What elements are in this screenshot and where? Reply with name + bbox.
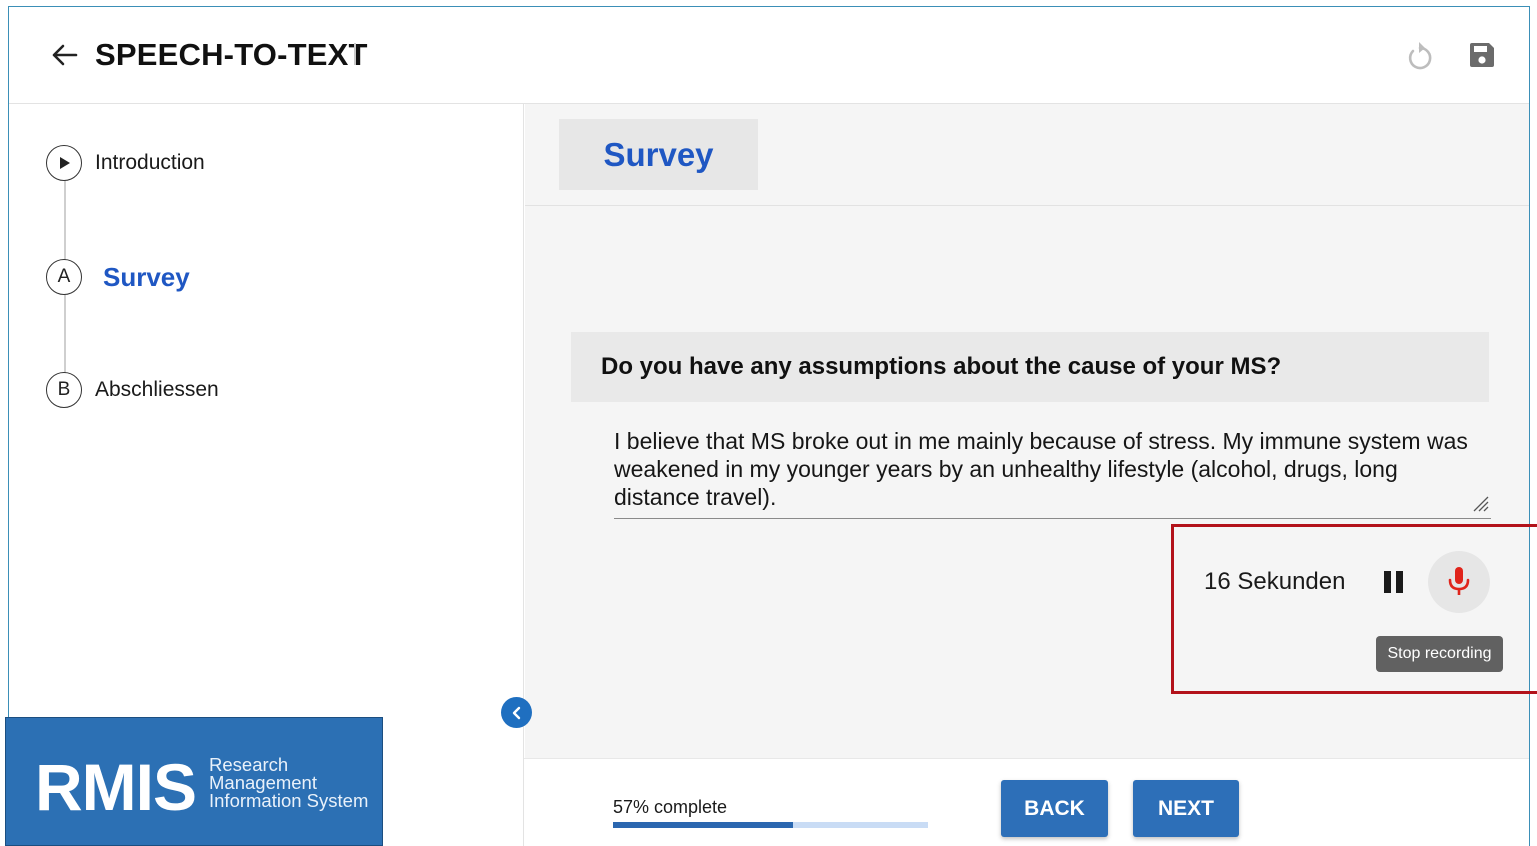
answer-textarea[interactable]: I believe that MS broke out in me mainly… [614,427,1491,519]
arrow-left-icon[interactable] [49,40,79,70]
app-header: SPEECH-TO-TEXT [9,7,1529,104]
section-tab: Survey [559,119,758,190]
sidebar-step-abschliessen[interactable]: B Abschliessen [46,372,219,408]
logo-line: Information System [209,790,369,811]
sidebar-step-introduction[interactable]: Introduction [46,145,205,181]
page-title: SPEECH-TO-TEXT [95,37,368,72]
next-button[interactable]: NEXT [1133,780,1239,837]
step-marker-a: A [46,259,82,295]
sidebar-step-label: Abschliessen [95,378,219,401]
pause-icon[interactable] [1384,571,1408,595]
rmis-logo: RMIS Research Management Information Sys… [5,717,383,846]
question-box: Do you have any assumptions about the ca… [571,332,1489,402]
sidebar-step-label: Survey [103,261,190,292]
chevron-left-icon[interactable] [501,697,532,728]
progress-bar [613,822,928,828]
title-divider [354,43,356,65]
play-icon [46,145,82,181]
back-button[interactable]: BACK [1001,780,1108,837]
section-title: Survey [603,135,714,173]
step-marker-b: B [46,372,82,408]
progress-fill [613,822,793,828]
progress-label: 57% complete [613,797,728,817]
sidebar-step-label: Introduction [95,151,205,174]
resize-handle-icon[interactable] [1471,494,1489,512]
section-divider [525,205,1529,206]
navigation-footer: 57% complete BACK NEXT [524,758,1529,846]
answer-text: I believe that MS broke out in me mainly… [614,428,1468,510]
microphone-icon[interactable] [1428,551,1490,613]
logo-subtitle: Research Management Information System [209,755,369,811]
undo-icon[interactable] [1403,39,1437,73]
stop-recording-tooltip: Stop recording [1376,636,1503,672]
logo-wordmark: RMIS [35,750,197,824]
step-connector [64,294,66,376]
floppy-disk-icon[interactable] [1467,40,1497,70]
question-text: Do you have any assumptions about the ca… [601,353,1282,380]
sidebar-step-survey[interactable]: A Survey [46,259,190,295]
recording-timer: 16 Sekunden [1204,568,1346,595]
